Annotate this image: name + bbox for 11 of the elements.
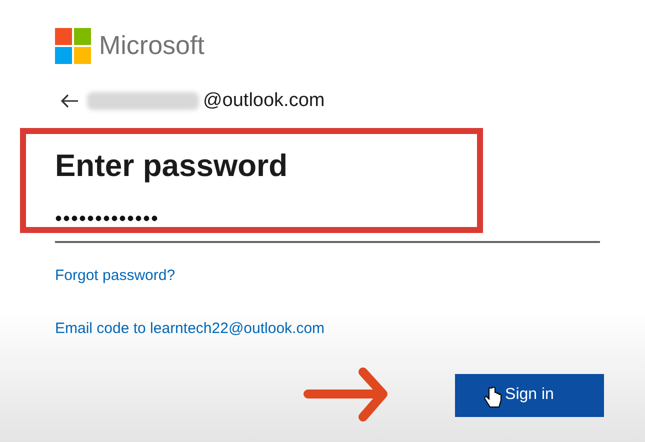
sign-in-button[interactable]: Sign in: [455, 374, 604, 416]
brand-name: Microsoft: [99, 29, 204, 62]
hand-cursor-icon: [484, 386, 502, 410]
email-code-link[interactable]: Email code to learntech22@outlook.com: [55, 318, 325, 340]
pointing-arrow-icon: [303, 367, 389, 422]
account-email: @outlook.com: [203, 89, 325, 113]
back-arrow-icon[interactable]: [61, 94, 79, 108]
password-field[interactable]: •••••••••••••: [55, 202, 600, 242]
forgot-password-link[interactable]: Forgot password?: [55, 264, 176, 287]
page-heading: Enter password: [55, 150, 289, 180]
logo-icon: [55, 28, 91, 64]
